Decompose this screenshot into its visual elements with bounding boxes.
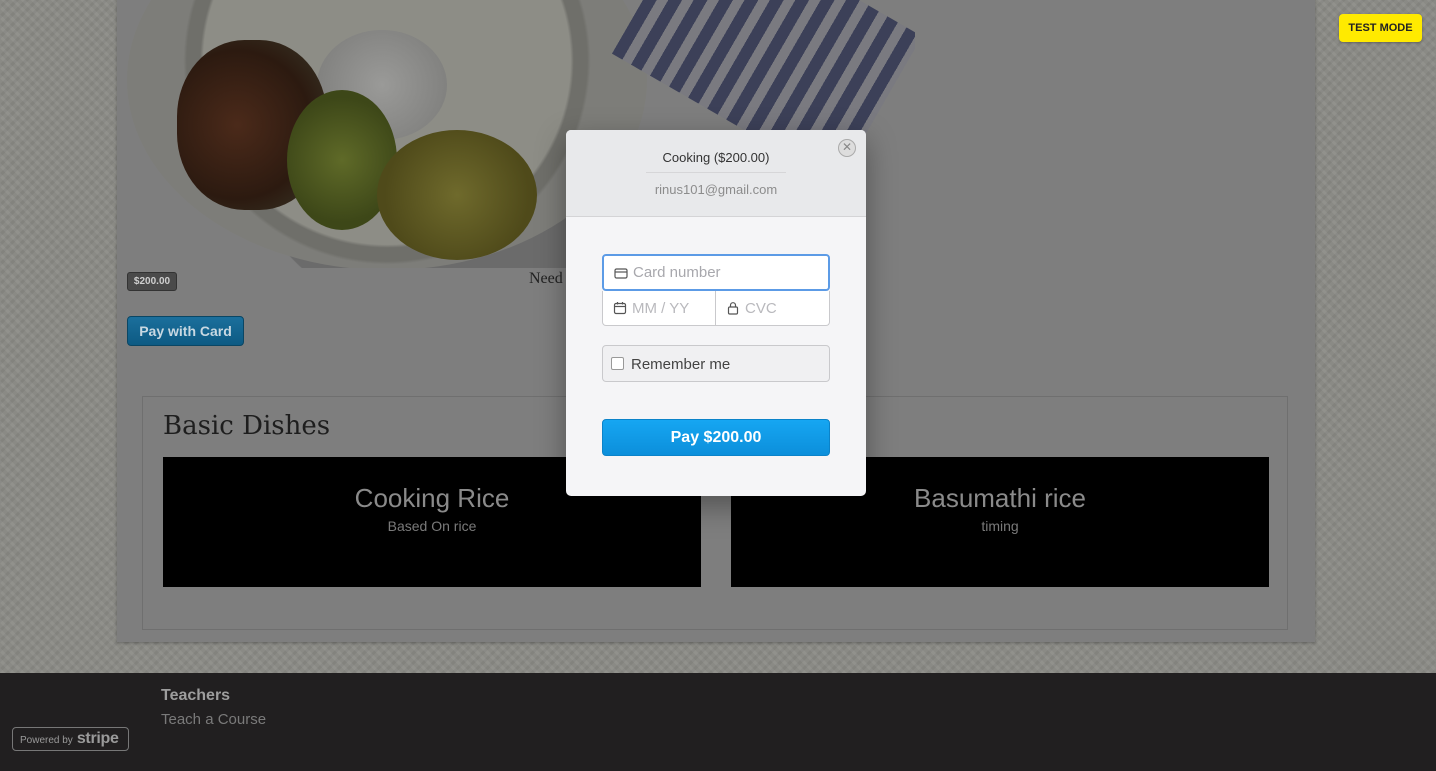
- cvc-field[interactable]: [715, 291, 830, 326]
- footer-heading-teachers: Teachers: [161, 687, 231, 704]
- stripe-badge-prefix: Powered by: [20, 735, 73, 746]
- course-description: Need: [529, 270, 563, 287]
- cvc-input[interactable]: [745, 291, 830, 325]
- remember-me-label: Remember me: [631, 356, 731, 373]
- calendar-icon: [613, 302, 627, 315]
- card-number-input[interactable]: [633, 256, 801, 289]
- dish-subtitle: Based On rice: [387, 518, 477, 534]
- header-divider: [646, 172, 786, 173]
- test-mode-badge: TEST MODE: [1339, 14, 1422, 42]
- checkout-email: rinus101@gmail.com: [654, 182, 778, 197]
- footer: Teachers Teach a Course Powered by stripe: [0, 673, 1436, 771]
- checkout-dialog: Cooking ($200.00) rinus101@gmail.com ✕ R…: [566, 130, 866, 496]
- expiry-field[interactable]: [602, 291, 716, 326]
- stripe-logo: stripe: [76, 730, 119, 747]
- powered-by-stripe-badge[interactable]: Powered by stripe: [12, 727, 129, 751]
- card-number-field[interactable]: [602, 254, 830, 291]
- card-icon: [614, 267, 628, 279]
- remember-me-checkbox[interactable]: [611, 357, 624, 370]
- checkout-header: Cooking ($200.00) rinus101@gmail.com ✕: [566, 130, 866, 217]
- checkout-title: Cooking ($200.00): [662, 150, 770, 165]
- lock-icon: [727, 302, 739, 315]
- teach-a-course-link[interactable]: Teach a Course: [161, 711, 266, 728]
- pay-with-card-button[interactable]: Pay with Card: [127, 316, 244, 346]
- remember-me-row[interactable]: Remember me: [602, 345, 830, 382]
- section-title: Basic Dishes: [163, 411, 331, 441]
- pay-button[interactable]: Pay $200.00: [602, 419, 830, 456]
- price-badge: $200.00: [127, 272, 177, 291]
- close-icon[interactable]: ✕: [838, 139, 856, 157]
- dish-subtitle: timing: [981, 518, 1019, 534]
- expiry-input[interactable]: [632, 291, 716, 325]
